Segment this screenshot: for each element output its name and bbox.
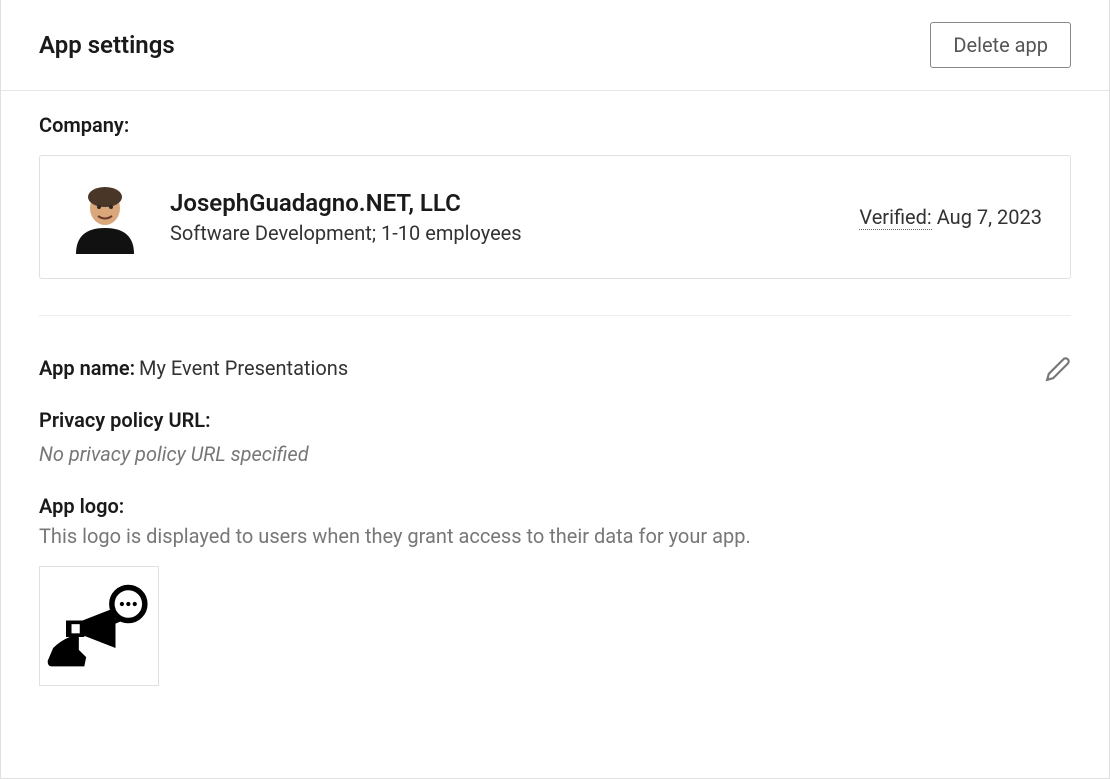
editable-section: App name: My Event Presentations Privacy…	[39, 356, 1071, 686]
content-area: Company: JosephGuadagno.NET, LLC	[1, 91, 1109, 726]
app-logo-preview	[39, 566, 159, 686]
company-avatar	[68, 180, 142, 254]
pencil-icon	[1045, 356, 1071, 382]
company-verified: Verified: Aug 7, 2023	[859, 205, 1042, 229]
verified-date: Aug 7, 2023	[937, 205, 1042, 229]
company-info-left: JosephGuadagno.NET, LLC Software Develop…	[68, 180, 522, 254]
delete-app-button[interactable]: Delete app	[930, 22, 1071, 68]
company-text: JosephGuadagno.NET, LLC Software Develop…	[170, 189, 522, 245]
header: App settings Delete app	[1, 0, 1109, 91]
edit-button[interactable]	[1045, 356, 1071, 386]
avatar-icon	[68, 180, 142, 254]
app-logo-field: App logo: This logo is displayed to user…	[39, 494, 1071, 686]
app-name-field: App name: My Event Presentations	[39, 356, 1071, 380]
page-title: App settings	[39, 31, 175, 59]
app-settings-panel: App settings Delete app Company:	[0, 0, 1110, 779]
privacy-policy-field: Privacy policy URL: No privacy policy UR…	[39, 408, 1071, 466]
company-section-label: Company:	[39, 113, 1071, 137]
app-name-label: App name:	[39, 356, 135, 380]
app-name-value: My Event Presentations	[139, 356, 348, 380]
privacy-policy-label: Privacy policy URL:	[39, 408, 1071, 432]
company-name: JosephGuadagno.NET, LLC	[170, 189, 522, 217]
company-description: Software Development; 1-10 employees	[170, 221, 522, 245]
app-logo-description: This logo is displayed to users when the…	[39, 524, 1071, 548]
company-card[interactable]: JosephGuadagno.NET, LLC Software Develop…	[39, 155, 1071, 279]
section-divider	[39, 315, 1071, 316]
privacy-policy-empty: No privacy policy URL specified	[39, 442, 1071, 466]
app-logo-label: App logo:	[39, 494, 1071, 518]
verified-label: Verified:	[859, 205, 931, 230]
megaphone-icon	[44, 576, 154, 676]
